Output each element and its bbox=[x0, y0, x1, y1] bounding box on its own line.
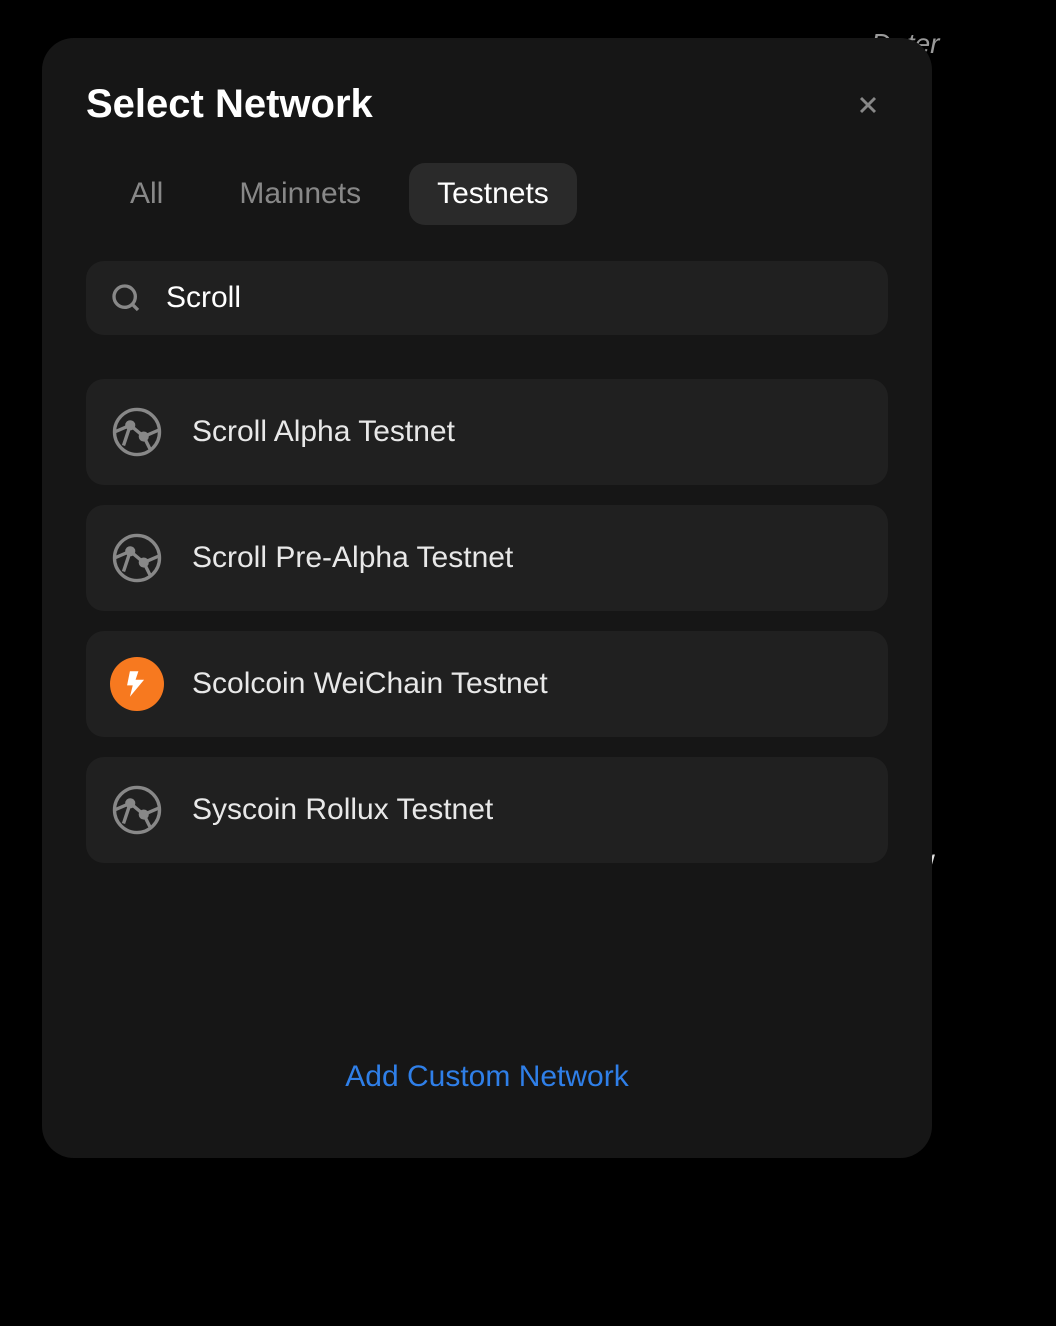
search-icon bbox=[110, 282, 142, 314]
network-list: Scroll Alpha Testnet Scroll Pre-Alpha Te… bbox=[86, 379, 888, 1040]
network-item-scolcoin[interactable]: Scolcoin WeiChain Testnet bbox=[86, 631, 888, 737]
tab-all[interactable]: All bbox=[102, 163, 191, 225]
network-icon bbox=[110, 531, 164, 585]
add-custom-network-button[interactable]: Add Custom Network bbox=[86, 1040, 888, 1114]
network-name-label: Scroll Alpha Testnet bbox=[192, 415, 455, 449]
network-name-label: Scroll Pre-Alpha Testnet bbox=[192, 541, 513, 575]
network-icon bbox=[110, 405, 164, 459]
network-icon bbox=[110, 783, 164, 837]
tab-mainnets[interactable]: Mainnets bbox=[211, 163, 389, 225]
scolcoin-icon bbox=[110, 657, 164, 711]
network-item-scroll-prealpha[interactable]: Scroll Pre-Alpha Testnet bbox=[86, 505, 888, 611]
close-button[interactable] bbox=[848, 85, 888, 125]
tab-testnets[interactable]: Testnets bbox=[409, 163, 577, 225]
network-item-syscoin[interactable]: Syscoin Rollux Testnet bbox=[86, 757, 888, 863]
select-network-modal: Select Network All Mainnets Testnets bbox=[42, 38, 932, 1158]
close-icon bbox=[854, 91, 882, 119]
search-input[interactable] bbox=[166, 281, 864, 315]
modal-header: Select Network bbox=[86, 82, 888, 127]
modal-title: Select Network bbox=[86, 82, 373, 127]
tabs-container: All Mainnets Testnets bbox=[86, 163, 888, 225]
network-item-scroll-alpha[interactable]: Scroll Alpha Testnet bbox=[86, 379, 888, 485]
network-name-label: Syscoin Rollux Testnet bbox=[192, 793, 493, 827]
network-name-label: Scolcoin WeiChain Testnet bbox=[192, 667, 548, 701]
search-box[interactable] bbox=[86, 261, 888, 335]
